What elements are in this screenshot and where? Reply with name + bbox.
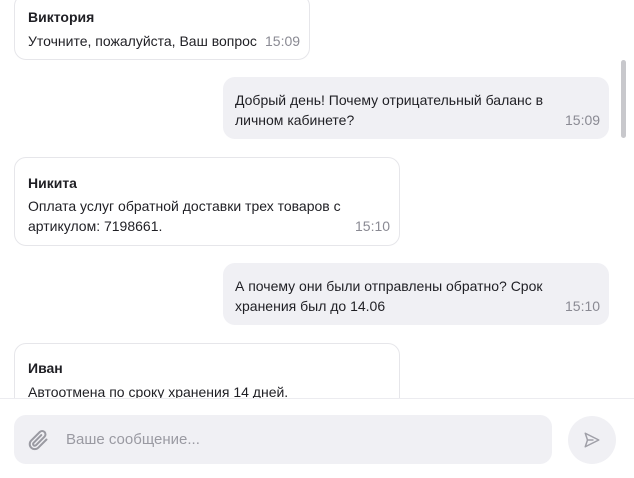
message-author: Никита	[28, 175, 77, 191]
message-text: Добрый день! Почему отрицательный баланс…	[235, 92, 544, 128]
outgoing-message: А почему они были отправлены обратно? Ср…	[223, 263, 609, 325]
message-text: Оплата услуг обратной доставки трех това…	[28, 198, 341, 234]
message-input-box	[14, 415, 552, 464]
message-input[interactable]	[66, 415, 536, 464]
message-time: 15:10	[565, 298, 601, 314]
paperclip-icon[interactable]	[26, 428, 50, 452]
message-composer	[0, 398, 634, 478]
message-text: А почему они были отправлены обратно? Ср…	[235, 278, 543, 314]
send-button[interactable]	[568, 416, 616, 464]
incoming-message: Виктория Уточните, пожалуйста, Ваш вопро…	[14, 0, 310, 60]
message-author: Иван	[28, 360, 63, 376]
message-time: 15:10	[355, 218, 391, 234]
message-time: 15:09	[265, 33, 301, 49]
message-author: Виктория	[28, 9, 95, 25]
chat-message-list[interactable]: Виктория Уточните, пожалуйста, Ваш вопро…	[0, 0, 634, 398]
message-text: Уточните, пожалуйста, Ваш вопрос	[28, 33, 257, 49]
incoming-message: Никита Оплата услуг обратной доставки тр…	[14, 157, 400, 246]
send-icon	[584, 432, 600, 448]
message-time: 15:09	[565, 112, 601, 128]
incoming-message: Иван Автоотмена по сроку хранения 14 дне…	[14, 343, 400, 398]
message-text: Автоотмена по сроку хранения 14 дней.	[28, 384, 289, 398]
chat-scrollbar[interactable]	[621, 60, 626, 138]
outgoing-message: Добрый день! Почему отрицательный баланс…	[223, 77, 609, 139]
